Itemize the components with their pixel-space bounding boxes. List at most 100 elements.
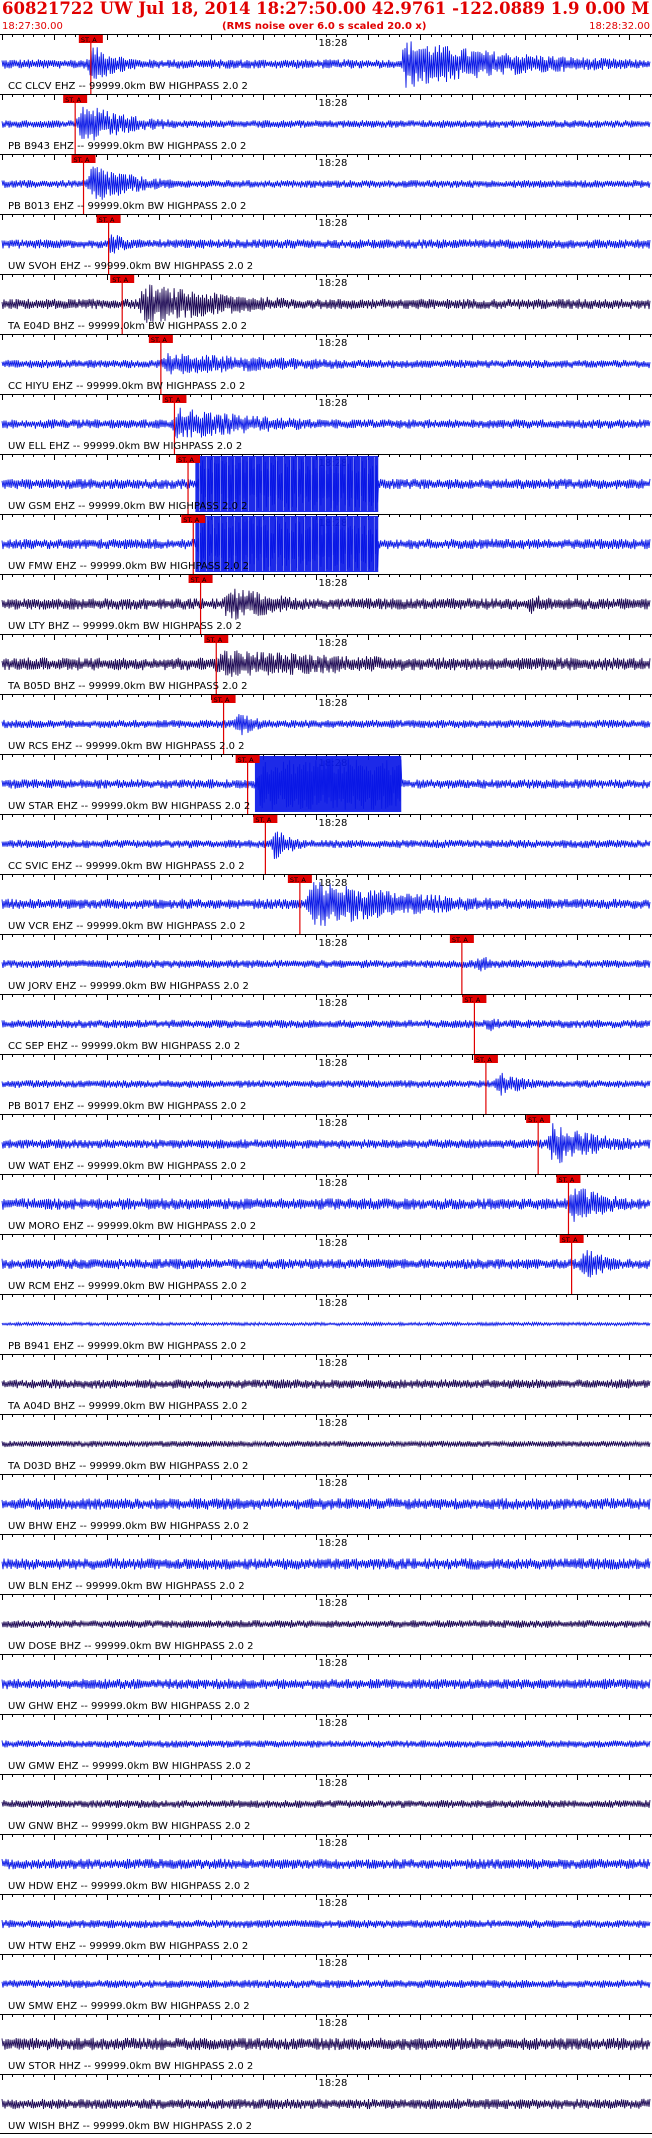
trace-3: 18:28 ST. A UW SVOH EHZ -- 99999.0km BW HI… bbox=[0, 214, 652, 274]
time-tick-label: 18:28 bbox=[319, 1898, 348, 1909]
station-label: UW STAR EHZ -- 99999.0km BW HIGHPASS 2.0… bbox=[8, 801, 250, 812]
time-tick-label: 18:28 bbox=[319, 158, 348, 169]
pick-label: ST. A bbox=[183, 516, 199, 524]
station-label: UW LTY BHZ -- 99999.0km BW HIGHPASS 2.0 … bbox=[8, 621, 242, 632]
trace-24: 18:28 UW BHW EHZ -- 99999.0km BW HIGHPASS… bbox=[0, 1474, 652, 1532]
trace-20: 18:28 ST. A UW RCM EHZ -- 99999.0km BW HIG… bbox=[0, 1234, 652, 1294]
trace-22: 18:28 TA A04D BHZ -- 99999.0km BW HIGHPAS… bbox=[0, 1354, 652, 1412]
waveform bbox=[1, 353, 651, 375]
trace-6: 18:28 ST. A UW ELL EHZ -- 99999.0km BW HIG… bbox=[0, 394, 652, 454]
pick-label: ST. A bbox=[290, 876, 306, 884]
station-label: UW HDW EHZ -- 99999.0km BW HIGHPASS 2.0 … bbox=[8, 1881, 250, 1892]
pick-label: ST. A bbox=[464, 996, 480, 1004]
time-tick-label: 18:28 bbox=[319, 878, 348, 889]
station-label: UW SVOH EHZ -- 99999.0km BW HIGHPASS 2.0… bbox=[8, 261, 253, 272]
station-label: UW GNW BHZ -- 99999.0km BW HIGHPASS 2.0 … bbox=[8, 1821, 250, 1832]
time-tick-label: 18:28 bbox=[319, 1298, 348, 1309]
pick-label: ST. A bbox=[206, 636, 222, 644]
station-label: TA D03D BHZ -- 99999.0km BW HIGHPASS 2.0… bbox=[7, 1461, 248, 1472]
record-title: 60821722 UW Jul 18, 2014 18:27:50.00 42.… bbox=[2, 0, 650, 18]
trace-9: 18:28 ST. A UW LTY BHZ -- 99999.0km BW HIG… bbox=[0, 574, 652, 634]
station-label: UW BHW EHZ -- 99999.0km BW HIGHPASS 2.0 … bbox=[8, 1521, 249, 1532]
pick-label: ST. A bbox=[191, 576, 207, 584]
time-tick-label: 18:28 bbox=[319, 1778, 348, 1789]
station-label: UW MORO EHZ -- 99999.0km BW HIGHPASS 2.0… bbox=[8, 1221, 256, 1232]
waveform bbox=[1, 1858, 651, 1870]
time-tick-label: 18:28 bbox=[319, 38, 348, 49]
station-label: PB B017 EHZ -- 99999.0km BW HIGHPASS 2.0… bbox=[8, 1101, 246, 1112]
waveform bbox=[1, 956, 651, 972]
trace-16: 18:28 ST. A CC SEP EHZ -- 99999.0km BW HIG… bbox=[0, 994, 652, 1054]
trace-28: 18:28 UW GMW EHZ -- 99999.0km BW HIGHPASS… bbox=[0, 1714, 652, 1772]
station-label: PB B943 EHZ -- 99999.0km BW HIGHPASS 2.0… bbox=[8, 141, 246, 152]
waveform bbox=[1, 284, 651, 323]
time-tick-label: 18:28 bbox=[319, 338, 348, 349]
time-tick-label: 18:28 bbox=[319, 1838, 348, 1849]
time-tick-label: 18:28 bbox=[319, 278, 348, 289]
trace-12: 18:28ST. AUW STAR EHZ -- 99999.0km BW HI… bbox=[0, 754, 652, 814]
trace-19: 18:28 ST. A UW MORO EHZ -- 99999.0km BW HI… bbox=[0, 1174, 652, 1234]
station-label: UW FMW EHZ -- 99999.0km BW HIGHPASS 2.0 … bbox=[8, 561, 249, 572]
seismogram-panel: 18:28 ST. A CC CLCV EHZ -- 99999.0km BW HI… bbox=[0, 34, 652, 2134]
pick-label: ST. A bbox=[65, 96, 81, 104]
station-label: PB B013 EHZ -- 99999.0km BW HIGHPASS 2.0… bbox=[8, 201, 246, 212]
waveform bbox=[1, 588, 651, 620]
waveform bbox=[1, 650, 651, 677]
station-label: UW VCR EHZ -- 99999.0km BW HIGHPASS 2.0 … bbox=[8, 921, 246, 932]
time-tick-label: 18:28 bbox=[319, 1598, 348, 1609]
trace-17: 18:28 ST. A PB B017 EHZ -- 99999.0km BW HI… bbox=[0, 1054, 652, 1114]
trace-13: 18:28 ST. A CC SVIC EHZ -- 99999.0km BW HI… bbox=[0, 814, 652, 874]
pick-label: ST. A bbox=[81, 36, 97, 44]
station-label: CC SEP EHZ -- 99999.0km BW HIGHPASS 2.0 … bbox=[8, 1041, 240, 1052]
time-tick-label: 18:28 bbox=[319, 218, 348, 229]
waveform bbox=[1, 1800, 651, 1808]
pick-label: ST. A bbox=[99, 216, 115, 224]
waveform bbox=[1, 1439, 651, 1449]
pick-label: ST. A bbox=[562, 1236, 578, 1244]
trace-14: 18:28 ST. A UW VCR EHZ -- 99999.0km BW HIG… bbox=[0, 874, 652, 934]
waveform bbox=[1, 407, 651, 439]
start-time-label: 18:27:30.00 bbox=[2, 21, 63, 32]
trace-21: 18:28 PB B941 EHZ -- 99999.0km BW HIGHPAS… bbox=[0, 1294, 652, 1352]
station-label: UW STOR HHZ -- 99999.0km BW HIGHPASS 2.0… bbox=[8, 2061, 253, 2072]
station-label: UW ELL EHZ -- 99999.0km BW HIGHPASS 2.0 … bbox=[8, 441, 242, 452]
waveform bbox=[1, 1072, 651, 1096]
waveform bbox=[1, 106, 651, 141]
trace-32: 18:28 UW SMW EHZ -- 99999.0km BW HIGHPASS… bbox=[0, 1954, 652, 2012]
pick-label: ST. A bbox=[164, 396, 180, 404]
end-time-label: 18:28:32.00 bbox=[589, 21, 650, 32]
waveform bbox=[1, 1678, 651, 1690]
waveform bbox=[1, 1250, 651, 1278]
waveform bbox=[1, 1018, 651, 1032]
trace-5: 18:28 ST. A CC HIYU EHZ -- 99999.0km BW HI… bbox=[0, 334, 652, 394]
waveform bbox=[1, 1919, 651, 1929]
waveform bbox=[1, 1321, 651, 1328]
time-tick-label: 18:28 bbox=[319, 1718, 348, 1729]
waveform bbox=[1, 1498, 651, 1510]
waveform bbox=[1, 1379, 651, 1389]
station-label: UW GMW EHZ -- 99999.0km BW HIGHPASS 2.0 … bbox=[8, 1761, 251, 1772]
time-tick-label: 18:28 bbox=[319, 1538, 348, 1549]
time-tick-label: 18:28 bbox=[319, 938, 348, 949]
trace-1: 18:28 ST. A PB B943 EHZ -- 99999.0km BW HI… bbox=[0, 94, 652, 154]
time-tick-label: 18:28 bbox=[319, 1658, 348, 1669]
time-tick-label: 18:28 bbox=[319, 698, 348, 709]
trace-27: 18:28 UW GHW EHZ -- 99999.0km BW HIGHPASS… bbox=[0, 1654, 652, 1712]
pick-label: ST. A bbox=[452, 936, 468, 944]
trace-11: 18:28 ST. A UW RCS EHZ -- 99999.0km BW HIG… bbox=[0, 694, 652, 754]
pick-label: ST. A bbox=[558, 1176, 574, 1184]
scaling-note: (RMS noise over 6.0 s scaled 20.0 x) bbox=[222, 21, 427, 32]
time-tick-label: 18:28 bbox=[319, 1958, 348, 1969]
waveform bbox=[1, 714, 651, 736]
station-label: UW JORV EHZ -- 99999.0km BW HIGHPASS 2.0… bbox=[8, 981, 249, 992]
time-tick-label: 18:28 bbox=[319, 2018, 348, 2029]
station-label: UW WAT EHZ -- 99999.0km BW HIGHPASS 2.0 … bbox=[8, 1161, 246, 1172]
station-label: TA A04D BHZ -- 99999.0km BW HIGHPASS 2.0… bbox=[7, 1401, 248, 1412]
waveform bbox=[1, 1979, 651, 1989]
station-label: UW BLN EHZ -- 99999.0km BW HIGHPASS 2.0 … bbox=[8, 1581, 245, 1592]
trace-2: 18:28 ST. A PB B013 EHZ -- 99999.0km BW HI… bbox=[0, 154, 652, 214]
pick-label: ST. A bbox=[151, 336, 167, 344]
trace-34: 18:28 UW WISH BHZ -- 99999.0km BW HIGHPAS… bbox=[0, 2074, 652, 2132]
station-label: UW SMW EHZ -- 99999.0km BW HIGHPASS 2.0 … bbox=[8, 2001, 250, 2012]
waveform bbox=[1, 1188, 651, 1222]
